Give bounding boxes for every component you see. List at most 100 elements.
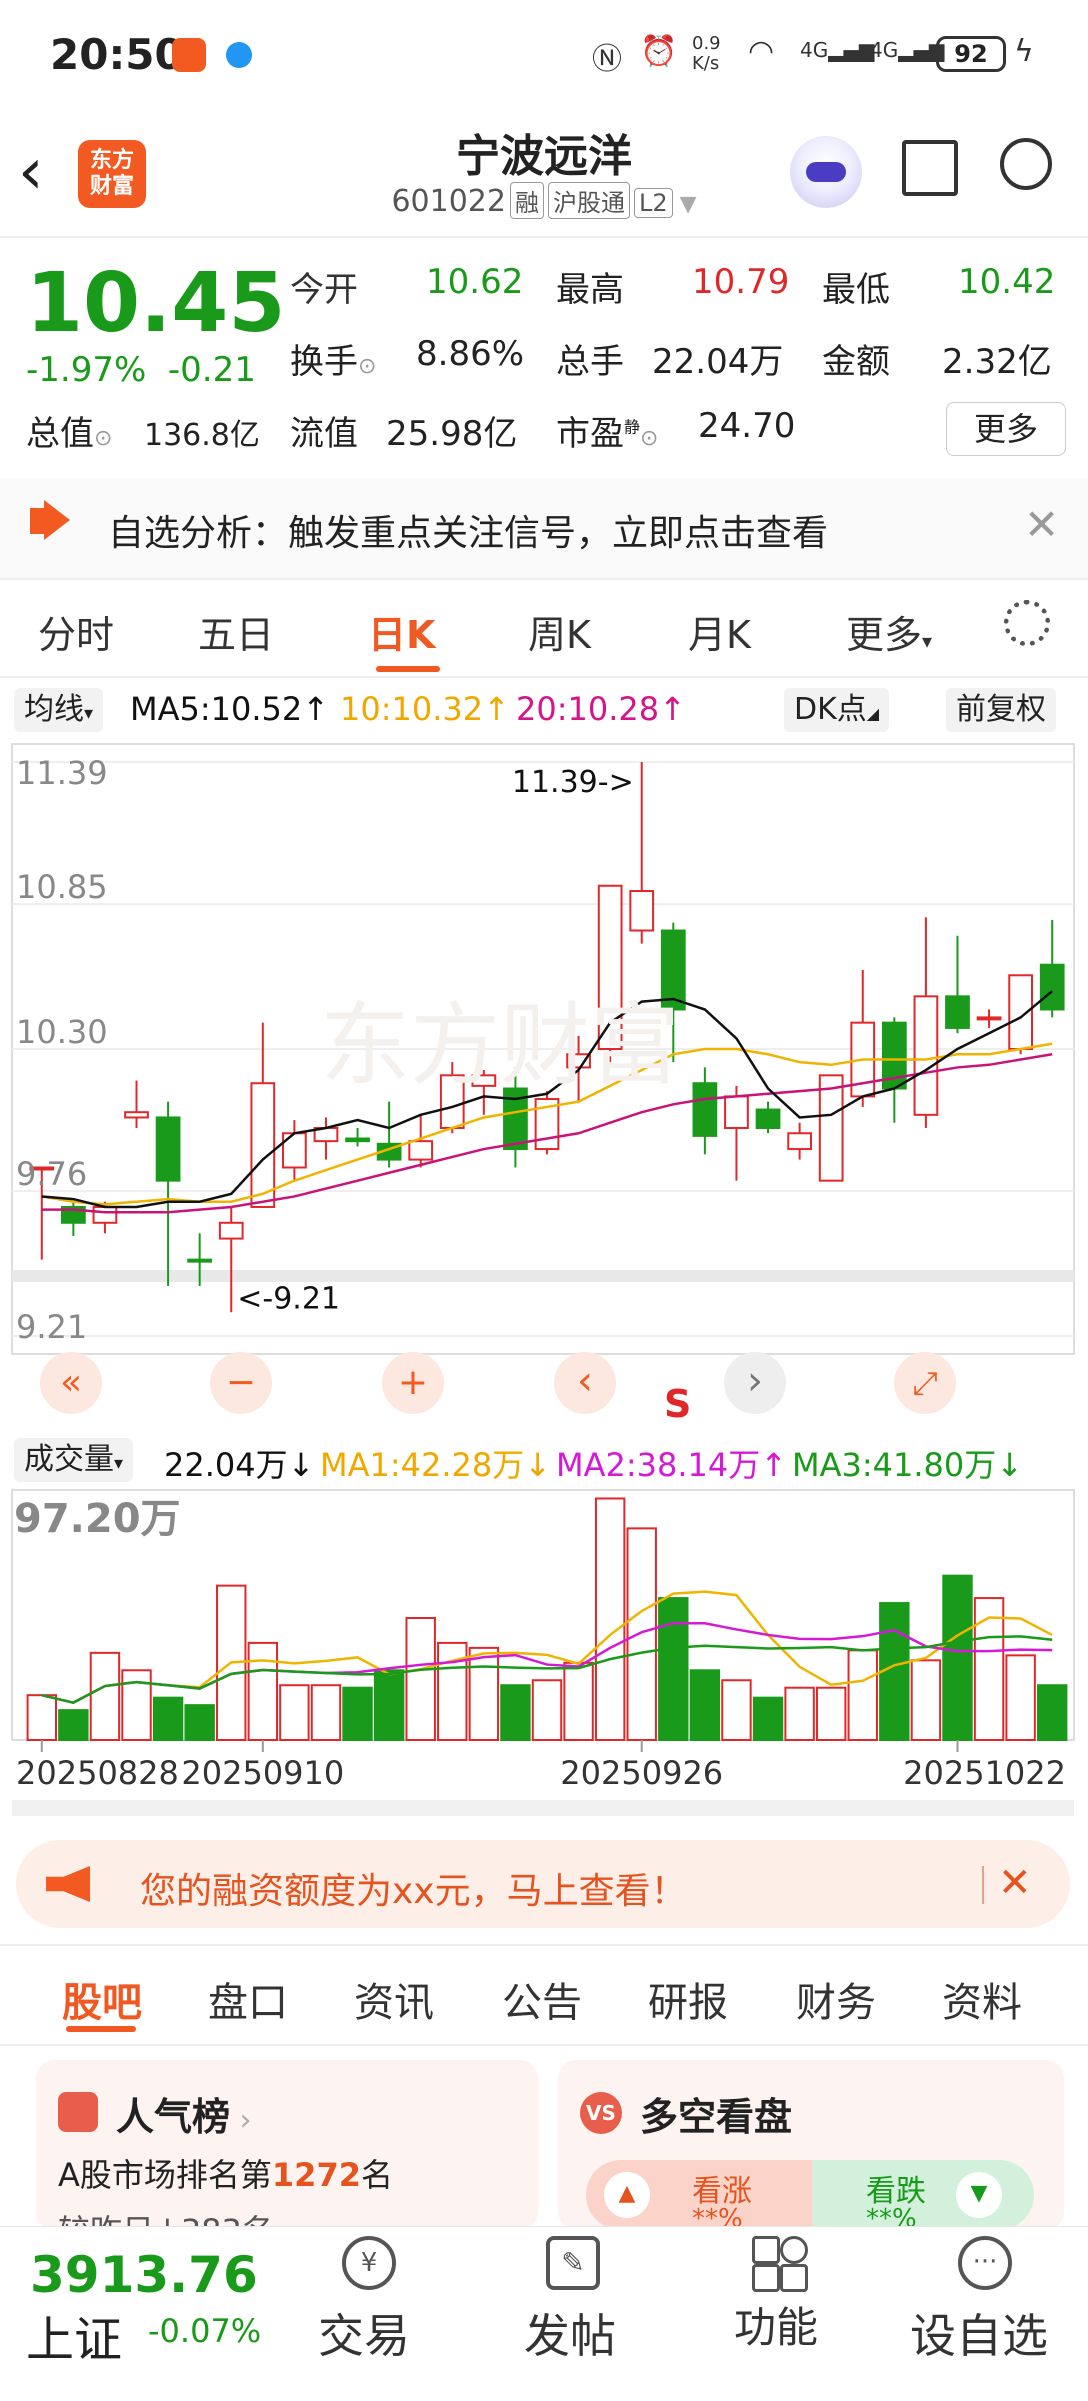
nav-functions[interactable]: 功能 <box>734 2294 818 2355</box>
ma20-value: 20:10.28↑ <box>516 690 686 728</box>
quote-volume: 总手 <box>556 342 624 382</box>
min-price-label: <-9.21 <box>237 1281 340 1316</box>
zoom-out-button[interactable]: − <box>210 1352 272 1414</box>
bullish-arrow-icon: ▲ <box>604 2172 650 2218</box>
volume-ma2: MA2:38.14万↑ <box>556 1446 788 1484</box>
volume-select-chip[interactable]: 成交量▾ <box>14 1438 134 1482</box>
volume-bottom-strip <box>12 1800 1074 1816</box>
zoom-in-button[interactable]: + <box>382 1352 444 1414</box>
popularity-change-line: 较昨日↓383名 <box>58 2206 274 2226</box>
close-icon[interactable]: ✕ <box>1024 500 1059 549</box>
date-label: 20251022 <box>903 1754 1066 1792</box>
search-icon[interactable] <box>1000 138 1052 190</box>
tab-research[interactable]: 研报 <box>648 1970 728 2028</box>
ma5-value: MA5:10.52↑ <box>130 690 330 728</box>
volume-bar <box>500 1684 531 1741</box>
tab-daily-k[interactable]: 日K <box>368 604 435 659</box>
quote-low-value: 10.42 <box>958 262 1056 302</box>
volume-bar <box>342 1686 373 1741</box>
volume-bar <box>942 1574 973 1741</box>
candle <box>345 1137 370 1143</box>
volume-bar <box>658 1597 689 1741</box>
nav-add-watchlist[interactable]: 设自选 <box>910 2300 1048 2366</box>
quote-turnover-value: 8.86% <box>416 334 525 374</box>
add-watchlist-icon: ··· <box>958 2236 1012 2290</box>
tab-guba[interactable]: 股吧 <box>62 1970 142 2028</box>
tabs-top-divider <box>0 578 1088 580</box>
ma-select-chip[interactable]: 均线▾ <box>14 688 104 732</box>
more-button[interactable]: 更多 <box>946 402 1066 456</box>
tab-profile[interactable]: 资料 <box>942 1970 1022 2028</box>
prev-button[interactable]: ‹ <box>554 1352 616 1414</box>
nav-post[interactable]: 发帖 <box>524 2300 616 2366</box>
nfc-icon: Ⓝ <box>592 42 622 77</box>
candle <box>755 1108 781 1129</box>
alert-banner-text: 自选分析：触发重点关注信号，立即点击查看 <box>108 513 829 554</box>
tab-five-day[interactable]: 五日 <box>198 604 274 659</box>
tab-announcement[interactable]: 公告 <box>502 1970 582 2028</box>
promo-separator <box>982 1866 984 1904</box>
next-button[interactable]: › <box>724 1352 786 1414</box>
volume-bar <box>152 1696 184 1741</box>
quote-float-cap-value: 25.98亿 <box>386 414 518 454</box>
share-icon[interactable] <box>902 140 958 196</box>
current-price: 10.45 <box>26 256 286 351</box>
info-tabs-divider <box>0 1944 1088 1946</box>
network-speed: 0.9 K/s <box>692 33 721 74</box>
tab-pankou[interactable]: 盘口 <box>208 1970 288 2028</box>
kline-chart[interactable]: 11.39 10.85 10.30 9.76 9.21 11.39-> <-9.21 东方财富 <box>0 736 1088 1436</box>
volume-max-label: 97.20万 <box>14 1496 181 1542</box>
tab-news[interactable]: 资讯 <box>354 1970 434 2028</box>
battery-icon: 92 <box>936 36 1006 72</box>
tab-intraday[interactable]: 分时 <box>38 604 114 659</box>
promo-text: 您的融资额度为xx元，马上查看！ <box>140 1871 687 1912</box>
quote-high-value: 10.79 <box>692 262 790 302</box>
status-time: 20:50 <box>50 30 184 79</box>
tag-l2: L2 <box>633 188 673 218</box>
volume-bar <box>1037 1684 1068 1741</box>
quote-market-cap[interactable]: 总值⊙ <box>26 406 112 455</box>
y-tick-label: 10.30 <box>16 1013 108 1051</box>
tab-more[interactable]: 更多▾ <box>846 604 932 659</box>
tab-monthly-k[interactable]: 月K <box>688 604 751 659</box>
volume-bar <box>626 1527 657 1742</box>
index-value[interactable]: 3913.76 <box>30 2246 258 2304</box>
wifi-icon: ◠ <box>748 34 775 69</box>
date-label: 20250910 <box>181 1754 344 1792</box>
rewind-button[interactable]: « <box>40 1352 102 1414</box>
adjust-chip[interactable]: 前复权 <box>946 688 1056 732</box>
stock-code: 601022 <box>391 184 506 219</box>
quote-turnover[interactable]: 换手⊙ <box>290 334 376 383</box>
tab-weekly-k[interactable]: 周K <box>528 604 591 659</box>
quote-open: 今开 <box>290 270 358 310</box>
volume-bar <box>310 1684 342 1741</box>
kline-scroll-track <box>12 1270 1074 1282</box>
assistant-robot-icon[interactable] <box>790 136 862 208</box>
candle <box>92 1205 118 1224</box>
popularity-card[interactable] <box>36 2060 538 2230</box>
candle <box>945 995 970 1029</box>
quote-amount: 金额 <box>822 342 890 382</box>
volume-bar <box>689 1669 721 1742</box>
candle <box>250 1082 276 1208</box>
quote-low: 最低 <box>822 270 890 310</box>
candle <box>913 995 939 1116</box>
settings-gear-icon[interactable] <box>1004 600 1050 646</box>
watermark: 东方财富 <box>320 993 680 1098</box>
volume-value: 22.04万↓ <box>164 1446 315 1484</box>
popularity-rank-line: A股市场排名第1272名 <box>58 2156 393 2194</box>
quote-open-value: 10.62 <box>426 262 524 302</box>
volume-chart[interactable]: 97.20万 20250828 20250910 20250926 20251022 <box>0 1488 1088 1828</box>
fullscreen-button[interactable]: ⤢ <box>894 1352 956 1414</box>
quote-amount-value: 2.32亿 <box>942 342 1052 382</box>
tab-finance[interactable]: 财务 <box>796 1970 876 2028</box>
quote-pe[interactable]: 市盈静⊙ <box>556 406 658 455</box>
candle <box>787 1132 812 1151</box>
volume-bar <box>26 1694 57 1741</box>
volume-bar <box>721 1679 752 1742</box>
nav-trade[interactable]: 交易 <box>318 2300 410 2366</box>
dk-point-chip[interactable]: DK点◢ <box>784 688 890 732</box>
max-price-label: 11.39-> <box>512 765 634 800</box>
promo-close-icon[interactable]: ✕ <box>998 1860 1032 1906</box>
status-bar: 20:50 Ⓝ ⏰ 0.9 K/s ◠ 4G▂▄▆ 4G▂▄▆ 92 ϟ <box>0 0 1088 110</box>
